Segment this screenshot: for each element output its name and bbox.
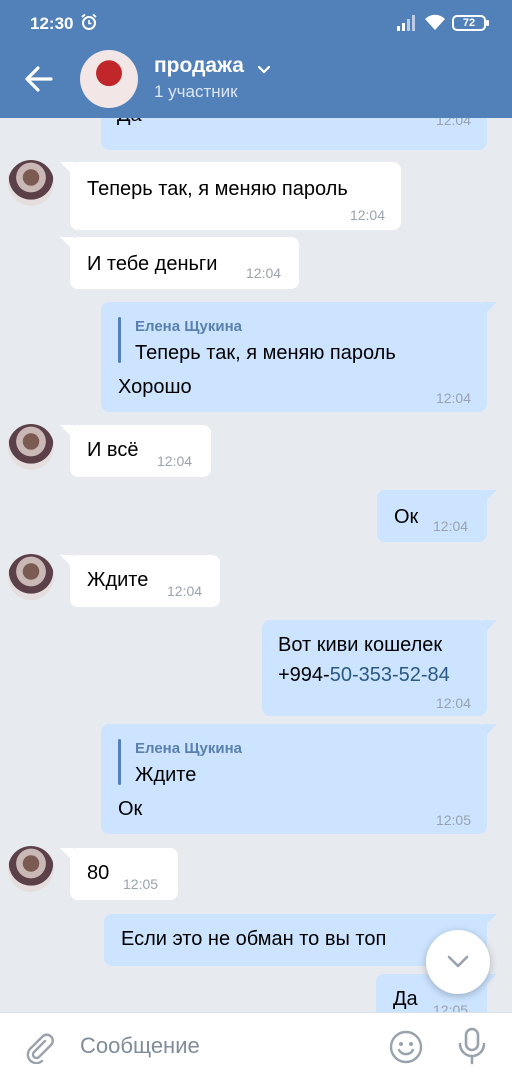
reply-quote-bar xyxy=(118,317,121,363)
reply-author: Елена Щукина xyxy=(135,318,243,335)
message-outgoing-reply[interactable]: Елена Щукина Ждите Ок 12:05 xyxy=(101,724,497,834)
microphone-icon[interactable] xyxy=(455,1027,489,1065)
message-text: Ок xyxy=(394,506,419,528)
message-composer: Сообщение xyxy=(0,1012,512,1080)
message-outgoing[interactable]: Да 12:04 xyxy=(101,118,487,150)
message-phone: +994-50-353-52-84 xyxy=(278,664,450,687)
phone-link[interactable]: 50-353-52-84 xyxy=(330,664,450,686)
message-outgoing[interactable]: Вот киви кошелек +994-50-353-52-84 12:04 xyxy=(262,620,497,716)
message-text: Да xyxy=(117,118,142,127)
chat-avatar[interactable] xyxy=(80,50,138,108)
message-text: Ок xyxy=(118,798,143,820)
chat-title[interactable]: продажа xyxy=(154,54,244,78)
reply-text: Ждите xyxy=(135,764,197,786)
message-text: Да xyxy=(393,988,418,1010)
message-input[interactable]: Сообщение xyxy=(80,1033,370,1061)
chat-subtitle: 1 участник xyxy=(154,82,238,101)
message-time: 12:04 xyxy=(435,695,471,711)
wifi-icon xyxy=(424,13,446,31)
message-incoming[interactable]: Теперь так, я меняю пароль 12:04 xyxy=(60,162,401,230)
phone-prefix: +994- xyxy=(278,664,330,686)
sender-avatar[interactable] xyxy=(8,424,54,470)
signal-icon xyxy=(396,15,416,31)
message-text: И всё xyxy=(87,439,139,461)
message-time: 12:04 xyxy=(157,453,193,469)
reply-text: Теперь так, я меняю пароль xyxy=(135,342,396,364)
message-incoming[interactable]: 80 12:05 xyxy=(60,848,178,900)
message-time: 12:04 xyxy=(435,390,471,406)
status-time: 12:30 xyxy=(30,14,74,33)
message-incoming[interactable]: Ждите 12:04 xyxy=(60,555,220,607)
message-text: Если это не обман то вы топ xyxy=(121,928,387,950)
message-text: Теперь так, я меняю пароль xyxy=(87,178,348,200)
message-time: 12:04 xyxy=(435,118,471,128)
message-outgoing-reply[interactable]: Елена Щукина Теперь так, я меняю пароль … xyxy=(101,302,497,412)
emoji-icon[interactable] xyxy=(388,1029,424,1065)
sender-avatar[interactable] xyxy=(8,160,54,206)
sender-avatar[interactable] xyxy=(8,846,54,892)
message-incoming[interactable]: И всё 12:04 xyxy=(60,425,211,477)
message-text: Ждите xyxy=(87,569,149,591)
reply-author: Елена Щукина xyxy=(135,740,243,757)
chevron-down-icon xyxy=(447,955,469,968)
battery-icon: 72 xyxy=(452,15,489,31)
message-text: Хорошо xyxy=(118,376,192,398)
message-text: 80 xyxy=(87,862,110,884)
message-time: 12:04 xyxy=(433,518,469,534)
message-list[interactable]: Да 12:04 Теперь так, я меняю пароль 12:0… xyxy=(0,118,512,1012)
scroll-down-button[interactable] xyxy=(426,930,490,994)
alarm-icon xyxy=(80,13,98,31)
sender-avatar[interactable] xyxy=(8,554,54,600)
chat-header: 12:30 72 продажа 1 участник xyxy=(0,0,512,118)
status-bar: 12:30 72 xyxy=(0,0,512,46)
back-arrow-icon[interactable] xyxy=(22,62,56,96)
chevron-down-icon[interactable] xyxy=(257,62,271,74)
attach-icon[interactable] xyxy=(22,1030,56,1065)
message-time: 12:05 xyxy=(435,812,471,828)
message-text: И тебе деньги xyxy=(87,253,218,275)
message-outgoing[interactable]: Ок 12:04 xyxy=(377,490,497,542)
message-time: 12:04 xyxy=(349,207,385,223)
reply-quote-bar xyxy=(118,739,121,785)
message-time: 12:04 xyxy=(246,265,282,281)
message-time: 12:05 xyxy=(123,876,159,892)
message-text: Вот киви кошелек xyxy=(278,634,443,656)
message-incoming[interactable]: И тебе деньги 12:04 xyxy=(60,237,299,289)
message-time: 12:04 xyxy=(167,583,203,599)
message-time: 12:05 xyxy=(433,1002,469,1012)
